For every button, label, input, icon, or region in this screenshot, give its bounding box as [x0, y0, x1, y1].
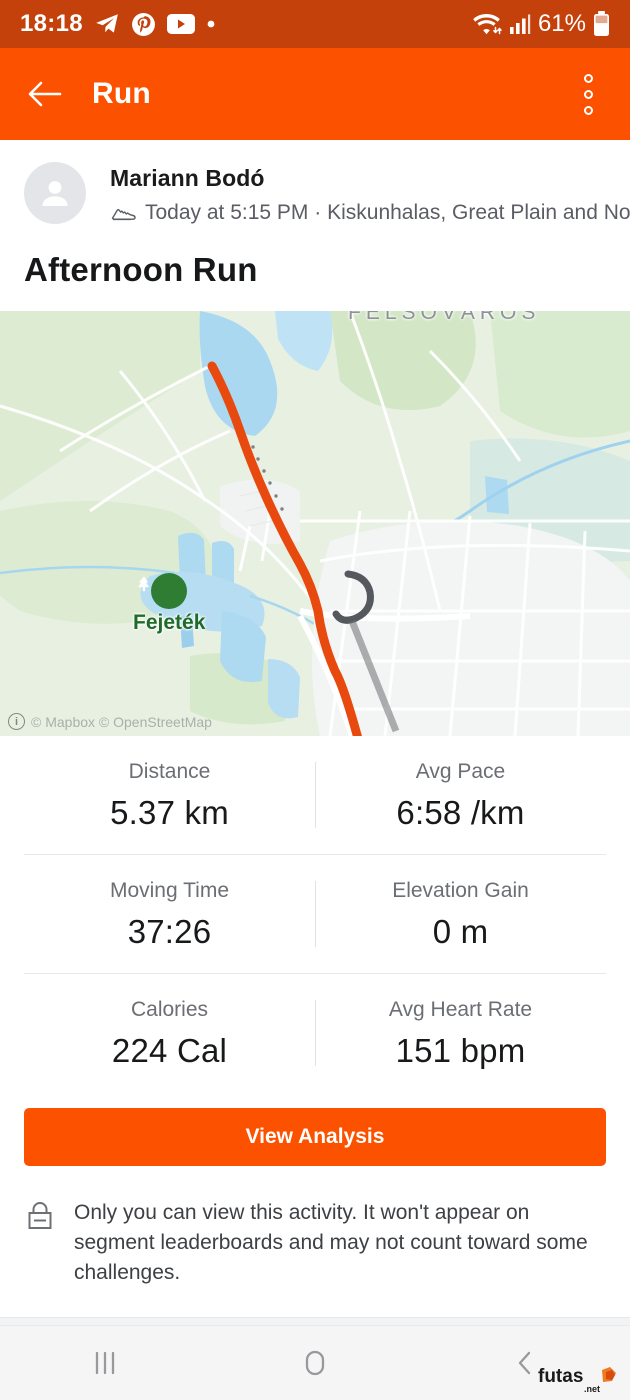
- youtube-icon: [166, 14, 195, 34]
- more-vertical-icon: [583, 73, 593, 83]
- arrow-left-icon: [28, 81, 62, 107]
- stats-row: Calories 224 Cal Avg Heart Rate 151 bpm: [24, 973, 606, 1092]
- map-poi-fejetek[interactable]: Fejeték: [133, 573, 205, 635]
- status-bar-right: 61%: [471, 10, 610, 38]
- battery-icon: [594, 11, 609, 36]
- map-attribution: i © Mapbox © OpenStreetMap: [8, 713, 212, 730]
- activity-title: Afternoon Run: [24, 251, 258, 288]
- dot-icon: [207, 20, 215, 28]
- analysis-button-wrap: View Analysis: [0, 1092, 630, 1166]
- stat-label: Elevation Gain: [392, 879, 529, 902]
- overflow-menu-button[interactable]: [568, 68, 608, 120]
- athlete-header[interactable]: Mariann Bodó Today at 5:15 PM · Kiskunha…: [0, 140, 630, 225]
- stat-elevation-gain: Elevation Gain 0 m: [315, 855, 606, 973]
- cell-signal-icon: [509, 14, 531, 34]
- map-poi-label: Fejeték: [133, 611, 206, 634]
- running-shoe-icon: [111, 209, 136, 221]
- privacy-text: Only you can view this activity. It won'…: [74, 1201, 588, 1284]
- stat-label: Moving Time: [109, 879, 230, 902]
- lock-icon: [28, 1202, 52, 1229]
- stat-label: Distance: [128, 760, 211, 783]
- phone-screen: 18:18 61% Run Mariann Bodó Today at 5:15…: [0, 0, 630, 1400]
- status-time: 18:18: [20, 10, 83, 37]
- athlete-meta: Today at 5:15 PM · Kiskunhalas, Great Pl…: [110, 201, 630, 225]
- park-tree-icon: [138, 576, 150, 592]
- park-tree-icon-wrap: [138, 573, 188, 609]
- stat-label: Avg Heart Rate: [388, 998, 533, 1021]
- home-icon: [305, 1350, 325, 1376]
- futas-net-watermark: futas .net: [538, 1366, 616, 1394]
- more-vertical-icon: [583, 89, 593, 99]
- more-vertical-icon: [583, 105, 593, 115]
- athlete-meta-text: Today at 5:15 PM · Kiskunhalas, Great Pl…: [145, 201, 630, 224]
- mapbox-logo-icon: i: [8, 713, 25, 730]
- stat-value: 151 bpm: [395, 1032, 526, 1069]
- athlete-text: Mariann Bodó Today at 5:15 PM · Kiskunha…: [110, 162, 630, 225]
- stat-avg-pace: Avg Pace 6:58 /km: [315, 736, 606, 854]
- stat-label: Avg Pace: [415, 760, 506, 783]
- watermark-text: futas: [538, 1366, 583, 1387]
- stats-row: Distance 5.37 km Avg Pace 6:58 /km: [24, 736, 606, 854]
- nav-home-button[interactable]: [210, 1347, 420, 1379]
- battery-percent: 61%: [537, 10, 586, 37]
- stat-distance: Distance 5.37 km: [24, 736, 315, 854]
- stats-grid: Distance 5.37 km Avg Pace 6:58 /km Movin…: [0, 736, 630, 1092]
- stat-value: 224 Cal: [111, 1032, 228, 1069]
- map-attribution-text: © Mapbox © OpenStreetMap: [31, 713, 212, 730]
- stat-value: 6:58 /km: [396, 794, 525, 831]
- stat-calories: Calories 224 Cal: [24, 974, 315, 1092]
- wifi-icon: [473, 14, 502, 35]
- stat-label: Calories: [130, 998, 209, 1021]
- person-avatar-icon: [42, 181, 68, 206]
- page-title: Run: [92, 77, 151, 110]
- status-bar-left: 18:18: [20, 10, 216, 38]
- nav-recents-button[interactable]: [0, 1347, 210, 1379]
- map-canvas: [0, 311, 630, 736]
- avatar[interactable]: [24, 162, 86, 224]
- stat-value: 37:26: [127, 913, 212, 950]
- recents-icon: [95, 1351, 115, 1375]
- map-district-label: FELSŐVÁROS: [348, 311, 541, 324]
- back-button[interactable]: [22, 71, 68, 117]
- pinterest-icon: [131, 12, 155, 36]
- privacy-notice: Only you can view this activity. It won'…: [0, 1166, 630, 1317]
- athlete-name[interactable]: Mariann Bodó: [110, 165, 630, 192]
- stat-avg-heart-rate: Avg Heart Rate 151 bpm: [315, 974, 606, 1092]
- stats-row: Moving Time 37:26 Elevation Gain 0 m: [24, 854, 606, 973]
- stat-moving-time: Moving Time 37:26: [24, 855, 315, 973]
- status-bar: 18:18 61%: [0, 0, 630, 48]
- app-bar: Run: [0, 48, 630, 140]
- stat-value: 0 m: [432, 913, 489, 950]
- telegram-icon: [96, 14, 118, 33]
- watermark-suffix: .net: [584, 1384, 600, 1394]
- activity-map[interactable]: Start and end hidden Fejeték FELSŐVÁROS …: [0, 311, 630, 736]
- view-analysis-button[interactable]: View Analysis: [24, 1108, 606, 1166]
- stat-value: 5.37 km: [110, 794, 229, 831]
